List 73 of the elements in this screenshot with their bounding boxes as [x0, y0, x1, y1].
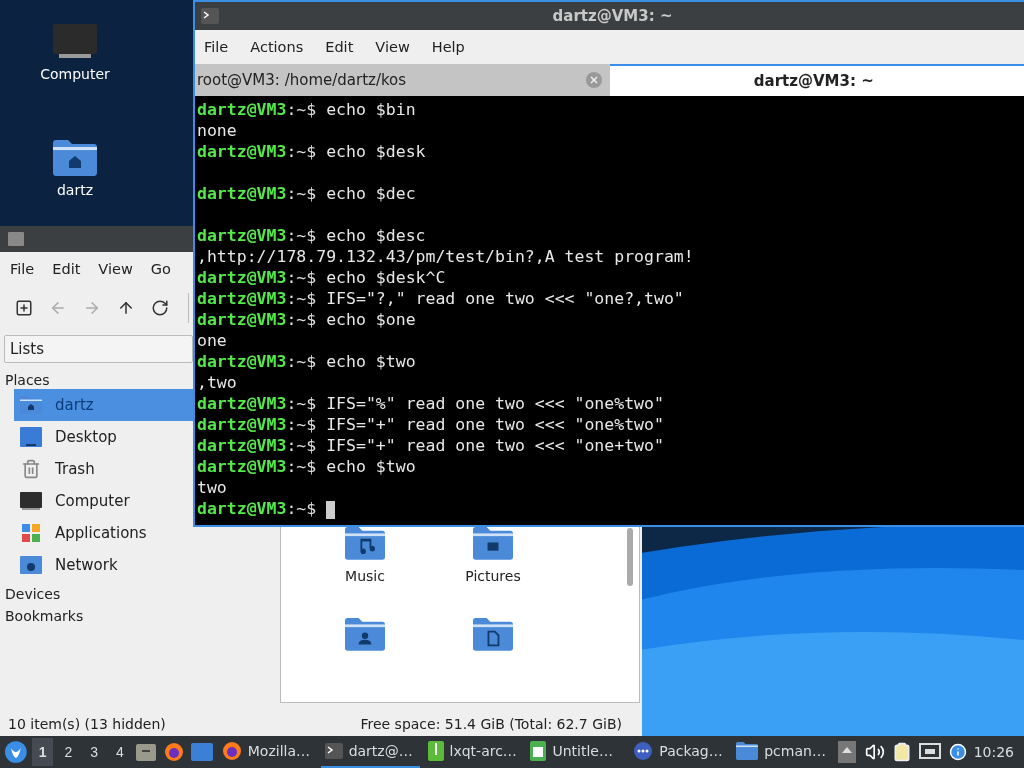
trash-icon: [21, 459, 41, 479]
text-cursor: [326, 500, 336, 519]
sidebar-item[interactable]: Computer: [14, 485, 193, 517]
scrollbar-thumb[interactable]: [627, 528, 633, 586]
spreadsheet-icon: [530, 741, 547, 761]
network-folder-icon: [20, 556, 42, 574]
window-icon[interactable]: [190, 743, 213, 761]
menu-item[interactable]: Help: [431, 39, 465, 55]
sidebar-item[interactable]: Trash: [14, 453, 193, 485]
folder-icon: [736, 742, 759, 760]
menu-item[interactable]: View: [375, 39, 410, 55]
music-folder-icon: [345, 527, 385, 560]
file-name[interactable]: Pictures: [465, 567, 521, 584]
firefox-icon[interactable]: [221, 741, 242, 761]
apps-grid-icon: [22, 524, 40, 542]
start-menu-icon[interactable]: [4, 740, 28, 764]
side-pane-dropdown[interactable]: Lists: [4, 335, 193, 363]
menu-item[interactable]: Go: [150, 260, 171, 277]
clock[interactable]: 10:26: [973, 744, 1020, 760]
window-title: dartz@VM3: ~: [552, 7, 674, 25]
menu-item[interactable]: File: [204, 39, 229, 55]
taskbar-task[interactable]: Packag…: [629, 736, 729, 768]
firefox-icon[interactable]: [164, 742, 185, 762]
volume-icon[interactable]: [864, 742, 885, 762]
desktop-switcher-button[interactable]: 3: [83, 738, 105, 766]
section-heading[interactable]: Bookmarks: [0, 607, 84, 625]
sidebar-item[interactable]: Applications: [14, 517, 193, 549]
section-heading[interactable]: Places: [0, 371, 50, 389]
clipboard-icon[interactable]: [892, 742, 913, 762]
desktop-icon-label[interactable]: dartz: [56, 182, 94, 199]
desktop-icon-label[interactable]: Computer: [40, 66, 110, 82]
menu-item[interactable]: Edit: [52, 260, 81, 277]
dots-icon: [633, 741, 654, 761]
reload-icon: [151, 299, 169, 317]
taskbar-task[interactable]: pcman…: [732, 736, 832, 768]
terminal-tab[interactable]: root@VM3: /home/dartz/kos: [195, 64, 610, 96]
terminal-icon: [324, 743, 343, 759]
menu-item[interactable]: File: [10, 260, 35, 277]
taskbar-task[interactable]: Mozilla…: [217, 736, 317, 768]
home-folder-icon: [53, 140, 97, 177]
forward-arrow-icon: [83, 299, 101, 317]
file-cabinet-icon[interactable]: [136, 742, 157, 762]
desktop-switcher-button[interactable]: 4: [108, 738, 131, 766]
pictures-folder-icon: [473, 527, 513, 560]
new-tab-icon: [15, 299, 33, 317]
file-name[interactable]: Music: [345, 567, 385, 584]
terminal-tab[interactable]: dartz@VM3: ~: [609, 64, 1024, 96]
folder-icon: [8, 232, 24, 246]
status-text: 10 item(s) (13 hidden): [8, 716, 166, 732]
menu-item[interactable]: Edit: [325, 39, 354, 55]
home-folder-icon: [20, 396, 42, 414]
monitor-icon[interactable]: [53, 24, 97, 60]
notification-icon[interactable]: [948, 743, 967, 761]
sidebar-item[interactable]: Network: [14, 549, 193, 581]
taskbar-task[interactable]: lxqt-arc…: [423, 736, 523, 768]
taskbar-task[interactable]: dartz@…: [320, 736, 420, 768]
document-folder-icon: [473, 617, 513, 651]
sidebar-item[interactable]: Desktop: [14, 421, 193, 453]
archive-icon: [427, 741, 444, 761]
status-text: Free space: 51.4 GiB (Total: 62.7 GiB): [360, 716, 622, 732]
network-icon[interactable]: [919, 743, 942, 761]
menu-item[interactable]: View: [98, 260, 133, 277]
desktop-icon: [20, 427, 42, 447]
monitor-icon: [20, 492, 42, 510]
menu-item[interactable]: Actions: [250, 39, 304, 55]
desktop-switcher-button[interactable]: 1: [31, 738, 54, 766]
terminal-icon: [201, 8, 219, 24]
section-heading[interactable]: Devices: [0, 585, 61, 603]
desktop-switcher-button[interactable]: 2: [57, 738, 80, 766]
terminal-output: dartz@VM3:~$ echo $bin none dartz@VM3:~$ echo $desk dartz@VM3:~$ echo $dec dartz@VM3:~$ echo $desc ,http://178.79.132.43/pm/test/bin?,A test program! dartz@VM3:~$ echo $desk^C dartz@VM3:~$ IFS="?," read one two <<< "one?,two" dartz@VM3:~$ echo $one one dartz@VM3:~$ echo $two ,two dartz@VM3:~$ IFS="%" read one two <<< "one%two" dartz@VM3:~$ IFS="+" read one two <<< "one%two" dartz@VM3:~$ IFS="+" read one two <<< "one+two" dartz@VM3:~$ echo $two two dartz@VM3:~$: [196, 99, 695, 521]
eject-icon[interactable]: [837, 741, 856, 763]
user-folder-icon: [345, 617, 385, 651]
taskbar-task[interactable]: Untitle…: [526, 736, 626, 768]
